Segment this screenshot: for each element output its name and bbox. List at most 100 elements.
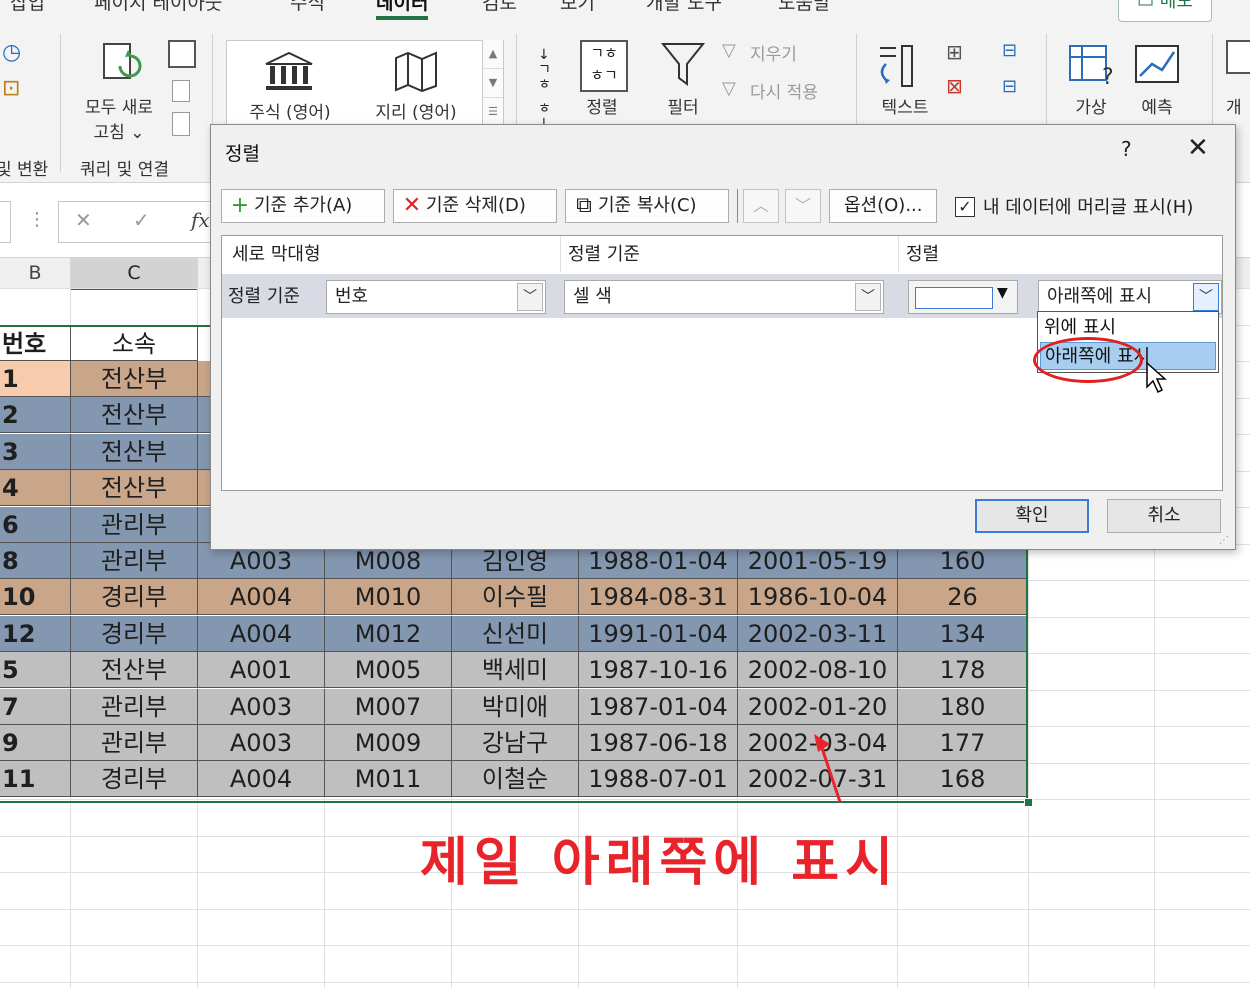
help-button[interactable]: ? bbox=[1121, 137, 1132, 161]
column-header-c[interactable]: C bbox=[71, 258, 198, 290]
tab-6[interactable]: 개발 도구 bbox=[646, 0, 722, 15]
table-cell[interactable]: M011 bbox=[325, 761, 452, 797]
outline-label[interactable]: 개 bbox=[1226, 93, 1242, 118]
header-checkbox-label[interactable]: 내 데이터에 머리글 표시(H) bbox=[983, 193, 1193, 219]
order-select[interactable]: 아래쪽에 표시 ﹀ bbox=[1038, 280, 1222, 314]
table-cell[interactable]: 9 bbox=[0, 725, 71, 761]
table-cell[interactable]: 4 bbox=[0, 470, 71, 506]
table-cell[interactable]: 177 bbox=[898, 725, 1028, 761]
tab-2[interactable]: 수식 bbox=[290, 0, 325, 15]
table-cell[interactable]: 6 bbox=[0, 507, 71, 543]
remove-duplicates-icon[interactable]: ⊠ bbox=[946, 74, 963, 98]
queries-connections-icon[interactable] bbox=[168, 40, 196, 68]
memo-button[interactable]: ▭ 메모 bbox=[1118, 0, 1212, 22]
enter-formula-icon[interactable]: ✓ bbox=[133, 208, 150, 232]
table-cell[interactable]: 1991-01-04 bbox=[579, 616, 738, 652]
flash-fill-icon[interactable]: ⊞ bbox=[946, 40, 963, 64]
table-cell[interactable]: 1984-08-31 bbox=[579, 579, 738, 615]
delete-level-button[interactable]: ✕ 기준 삭제(D) bbox=[393, 189, 557, 223]
table-cell[interactable]: M012 bbox=[325, 616, 452, 652]
close-button[interactable]: ✕ bbox=[1187, 133, 1209, 163]
reapply-label[interactable]: 다시 적용 bbox=[750, 78, 818, 103]
table-cell[interactable]: 관리부 bbox=[71, 543, 198, 579]
text-to-columns-icon[interactable] bbox=[876, 42, 932, 94]
sort-asc-icon[interactable]: ↓ ㄱㅎ bbox=[538, 48, 551, 93]
table-cell[interactable]: 백세미 bbox=[452, 652, 579, 688]
refresh-all-label[interactable]: 모두 새로 bbox=[74, 93, 164, 118]
table-cell[interactable]: A003 bbox=[198, 725, 325, 761]
table-cell[interactable]: 178 bbox=[898, 652, 1028, 688]
clear-filter-label[interactable]: 지우기 bbox=[750, 40, 797, 65]
what-if-label[interactable]: 가상 bbox=[1064, 93, 1118, 118]
table-cell[interactable]: 경리부 bbox=[71, 761, 198, 797]
table-cell[interactable]: 전산부 bbox=[71, 434, 198, 470]
clear-filter-icon[interactable]: ▽ bbox=[722, 40, 736, 61]
header-cell[interactable]: 소속 bbox=[71, 325, 198, 361]
table-cell[interactable]: 134 bbox=[898, 616, 1028, 652]
table-cell[interactable]: A004 bbox=[198, 761, 325, 797]
sort-button-label[interactable]: 정렬 bbox=[576, 93, 628, 118]
table-cell[interactable]: 관리부 bbox=[71, 689, 198, 725]
outline-icon[interactable] bbox=[1226, 40, 1250, 74]
recent-sources-icon[interactable]: ◷ bbox=[2, 40, 21, 65]
consolidate-icon[interactable]: ⊟ bbox=[1002, 40, 1017, 61]
table-cell[interactable]: 5 bbox=[0, 652, 71, 688]
table-cell[interactable]: A004 bbox=[198, 616, 325, 652]
table-cell[interactable]: 강남구 bbox=[452, 725, 579, 761]
table-cell[interactable]: M010 bbox=[325, 579, 452, 615]
cell-color-picker[interactable]: ▼ bbox=[908, 280, 1018, 314]
table-cell[interactable]: A001 bbox=[198, 652, 325, 688]
filter-icon[interactable] bbox=[660, 40, 706, 92]
table-cell[interactable]: 10 bbox=[0, 579, 71, 615]
table-cell[interactable]: 전산부 bbox=[71, 361, 198, 397]
ok-button[interactable]: 확인 bbox=[975, 499, 1089, 533]
table-cell[interactable]: 전산부 bbox=[71, 652, 198, 688]
chevron-down-icon[interactable]: ﹀ bbox=[855, 283, 881, 311]
table-cell[interactable]: 경리부 bbox=[71, 579, 198, 615]
table-cell[interactable]: 관리부 bbox=[71, 725, 198, 761]
caret-down-icon[interactable]: ▼ bbox=[997, 285, 1008, 301]
cancel-formula-icon[interactable]: ✕ bbox=[75, 208, 92, 232]
table-cell[interactable]: 8 bbox=[0, 543, 71, 579]
table-cell[interactable]: 신선미 bbox=[452, 616, 579, 652]
move-up-button[interactable]: ︿ bbox=[743, 189, 779, 223]
table-cell[interactable]: 이수필 bbox=[452, 579, 579, 615]
tab-1[interactable]: 페이지 레이아웃 bbox=[94, 0, 222, 15]
geography-label[interactable]: 지리 (영어) bbox=[362, 98, 470, 123]
move-down-button[interactable]: ﹀ bbox=[785, 189, 821, 223]
tab-0[interactable]: 삽입 bbox=[10, 0, 45, 15]
table-cell[interactable]: 전산부 bbox=[71, 470, 198, 506]
tab-3[interactable]: 데이터 bbox=[376, 0, 429, 20]
table-cell[interactable]: 1986-10-04 bbox=[738, 579, 898, 615]
table-cell[interactable]: 1987-10-16 bbox=[579, 652, 738, 688]
table-cell[interactable]: 180 bbox=[898, 689, 1028, 725]
column-header-b[interactable]: B bbox=[0, 258, 71, 289]
table-cell[interactable]: 12 bbox=[0, 616, 71, 652]
table-cell[interactable]: 관리부 bbox=[71, 507, 198, 543]
bank-icon[interactable] bbox=[262, 50, 316, 96]
add-level-button[interactable]: + 기준 추가(A) bbox=[221, 189, 385, 223]
relationships-icon[interactable]: ⊟ bbox=[1002, 76, 1017, 97]
cancel-button[interactable]: 취소 bbox=[1107, 499, 1221, 533]
tab-5[interactable]: 보기 bbox=[560, 0, 595, 15]
table-cell[interactable]: M009 bbox=[325, 725, 452, 761]
table-cell[interactable]: 2002-01-20 bbox=[738, 689, 898, 725]
forecast-icon[interactable] bbox=[1134, 42, 1184, 92]
table-cell[interactable]: 이철순 bbox=[452, 761, 579, 797]
table-cell[interactable]: 1988-07-01 bbox=[579, 761, 738, 797]
table-cell[interactable]: 2002-08-10 bbox=[738, 652, 898, 688]
resize-grip-icon[interactable]: ⋰ bbox=[1219, 535, 1229, 546]
table-cell[interactable]: 박미애 bbox=[452, 689, 579, 725]
chevron-down-icon[interactable]: ﹀ bbox=[517, 283, 543, 311]
table-cell[interactable]: A003 bbox=[198, 689, 325, 725]
header-checkbox[interactable]: ✓ bbox=[955, 197, 975, 217]
existing-connections-icon[interactable]: ⊡ bbox=[2, 76, 20, 101]
name-box[interactable] bbox=[0, 201, 11, 243]
more-icon[interactable]: ☰ bbox=[483, 97, 503, 126]
reapply-icon[interactable]: ▽ bbox=[722, 78, 736, 99]
tab-7[interactable]: 도움말 bbox=[778, 0, 830, 15]
table-cell[interactable]: 1987-01-04 bbox=[579, 689, 738, 725]
table-cell[interactable]: 3 bbox=[0, 434, 71, 470]
refresh-all-icon[interactable] bbox=[98, 40, 144, 90]
insert-function-icon[interactable]: fx bbox=[191, 208, 210, 232]
